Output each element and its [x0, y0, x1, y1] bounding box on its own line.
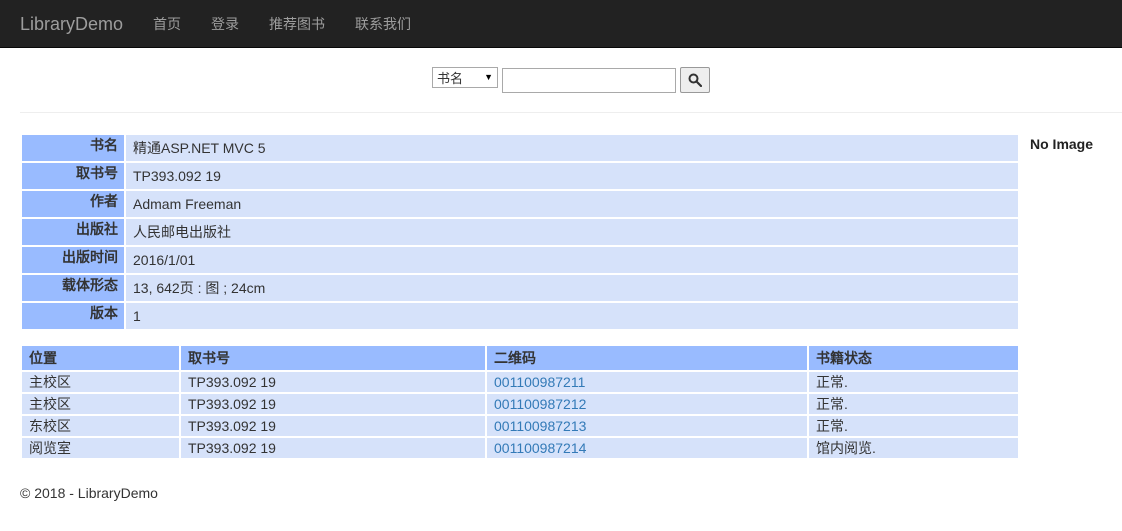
copy-location-cell: 东校区: [22, 416, 179, 436]
col-header-call-no: 取书号: [181, 346, 485, 370]
search-button[interactable]: [680, 67, 710, 93]
book-info-value: 13, 642页 : 图 ; 24cm: [126, 275, 1018, 301]
book-info-row: 出版社 人民邮电出版社: [22, 219, 1018, 245]
book-info-value: 1: [126, 303, 1018, 329]
copy-call-no-cell: TP393.092 19: [181, 416, 485, 436]
book-info-label: 取书号: [22, 163, 124, 189]
nav-login-link[interactable]: 登录: [196, 0, 254, 48]
book-info-row: 出版时间 2016/1/01: [22, 247, 1018, 273]
copy-barcode-link-cell: 001100987213: [487, 416, 807, 436]
copy-row: 阅览室 TP393.092 19 001100987214 馆内阅览.: [22, 438, 1018, 458]
nav-recommend-link[interactable]: 推荐图书: [254, 0, 340, 48]
copy-barcode-link[interactable]: 001100987214: [494, 440, 586, 456]
copy-barcode-link[interactable]: 001100987212: [494, 396, 586, 412]
book-info-row: 载体形态 13, 642页 : 图 ; 24cm: [22, 275, 1018, 301]
copy-status-cell: 正常.: [809, 416, 1018, 436]
book-info-row: 取书号 TP393.092 19: [22, 163, 1018, 189]
copy-status-cell: 正常.: [809, 372, 1018, 392]
book-info-value: 2016/1/01: [126, 247, 1018, 273]
book-info-label: 书名: [22, 135, 124, 161]
book-info-table: 书名 精通ASP.NET MVC 5 取书号 TP393.092 19 作者 Admam …: [20, 133, 1020, 331]
copy-call-no-cell: TP393.092 19: [181, 372, 485, 392]
search-input[interactable]: [502, 67, 676, 93]
copy-barcode-link[interactable]: 001100987211: [494, 374, 585, 390]
search-field-select[interactable]: 书名 ▼: [432, 66, 498, 88]
book-info-label: 载体形态: [22, 275, 124, 301]
book-info-label: 出版社: [22, 219, 124, 245]
copy-row: 东校区 TP393.092 19 001100987213 正常.: [22, 416, 1018, 436]
top-navbar: LibraryDemo 首页 登录 推荐图书 联系我们: [0, 0, 1122, 48]
copy-location-cell: 主校区: [22, 372, 179, 392]
dropdown-arrow-icon: ▼: [484, 72, 493, 82]
copy-row: 主校区 TP393.092 19 001100987212 正常.: [22, 394, 1018, 414]
footer-copyright: © 2018 - LibraryDemo: [20, 485, 158, 501]
book-info-value: 人民邮电出版社: [126, 219, 1018, 245]
copy-row: 主校区 TP393.092 19 001100987211 正常.: [22, 372, 1018, 392]
book-info-label: 作者: [22, 191, 124, 217]
col-header-barcode: 二维码: [487, 346, 807, 370]
book-info-label: 版本: [22, 303, 124, 329]
copies-table: 位置 取书号 二维码 书籍状态 主校区 TP393.092 19 001100987…: [20, 344, 1020, 460]
copy-call-no-cell: TP393.092 19: [181, 394, 485, 414]
copy-barcode-link-cell: 001100987211: [487, 372, 807, 392]
copy-barcode-link-cell: 001100987212: [487, 394, 807, 414]
book-info-value: 精通ASP.NET MVC 5: [126, 135, 1018, 161]
copy-location-cell: 主校区: [22, 394, 179, 414]
book-info-row: 书名 精通ASP.NET MVC 5: [22, 135, 1018, 161]
book-info-row: 版本 1: [22, 303, 1018, 329]
nav-contact-link[interactable]: 联系我们: [340, 0, 426, 48]
copy-barcode-link-cell: 001100987214: [487, 438, 807, 458]
brand-link[interactable]: LibraryDemo: [20, 0, 123, 48]
book-info-label: 出版时间: [22, 247, 124, 273]
nav-home-link[interactable]: 首页: [138, 0, 196, 48]
copy-status-cell: 馆内阅览.: [809, 438, 1018, 458]
book-info-value: Admam Freeman: [126, 191, 1018, 217]
copies-header-row: 位置 取书号 二维码 书籍状态: [22, 346, 1018, 370]
search-bar: 书名 ▼: [20, 48, 1122, 113]
col-header-location: 位置: [22, 346, 179, 370]
copy-location-cell: 阅览室: [22, 438, 179, 458]
book-cover-placeholder: No Image: [1030, 136, 1094, 152]
copy-status-cell: 正常.: [809, 394, 1018, 414]
copy-call-no-cell: TP393.092 19: [181, 438, 485, 458]
search-icon: [688, 73, 702, 87]
copy-barcode-link[interactable]: 001100987213: [494, 418, 586, 434]
col-header-status: 书籍状态: [809, 346, 1018, 370]
search-field-selected: 书名: [437, 70, 464, 86]
book-info-value: TP393.092 19: [126, 163, 1018, 189]
book-info-row: 作者 Admam Freeman: [22, 191, 1018, 217]
